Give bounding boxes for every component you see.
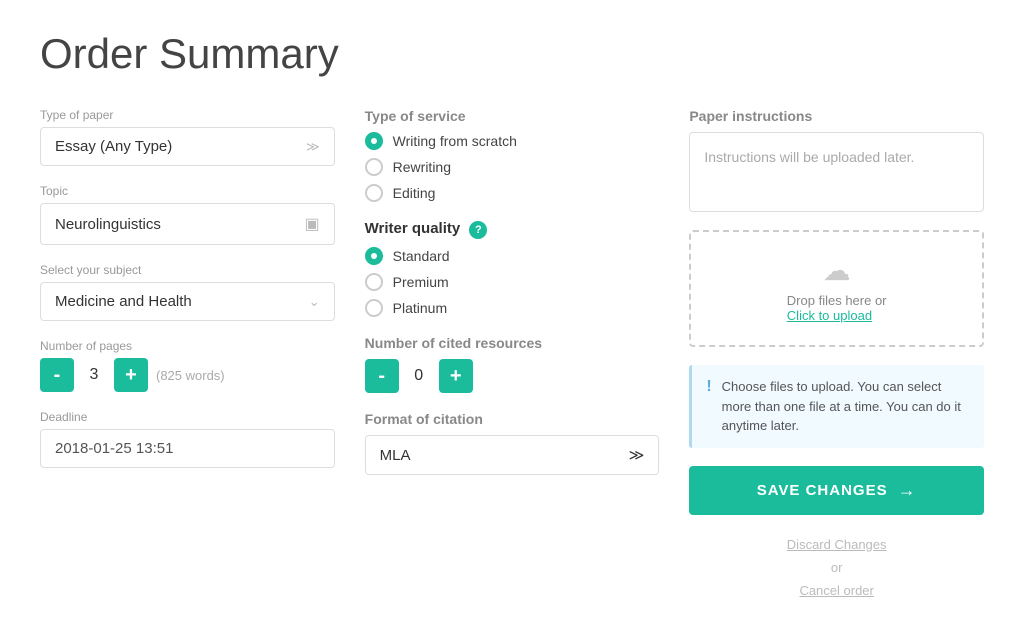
type-of-paper-value: Essay (Any Type) [55, 138, 172, 155]
discard-area: Discard Changes or Cancel order [689, 533, 984, 603]
upload-area[interactable]: ☁ Drop files here or Click to upload [689, 230, 984, 347]
service-option-1-label: Rewriting [393, 159, 451, 175]
page-title: Order Summary [40, 30, 984, 78]
quality-radio-0 [365, 247, 383, 265]
quality-option-0[interactable]: Standard [365, 247, 660, 265]
upload-cloud-icon: ☁ [823, 254, 851, 287]
type-of-paper-chevron-icon: ≫ [306, 139, 320, 155]
subject-label: Select your subject [40, 263, 335, 277]
pages-label: Number of pages [40, 339, 335, 353]
quality-option-1-label: Premium [393, 274, 449, 290]
topic-label: Topic [40, 184, 335, 198]
discard-changes-link[interactable]: Discard Changes [787, 537, 887, 552]
type-of-paper-select[interactable]: Essay (Any Type) ≫ [40, 127, 335, 166]
info-exclamation-icon: ! [706, 378, 711, 396]
service-group: Type of service Writing from scratch Rew… [365, 108, 660, 202]
pages-minus-button[interactable]: - [40, 358, 74, 392]
save-arrow-icon: → [898, 480, 917, 501]
service-option-1[interactable]: Rewriting [365, 158, 660, 176]
pages-value: 3 [84, 366, 104, 384]
topic-value: Neurolinguistics [55, 216, 161, 233]
info-text: Choose files to upload. You can select m… [722, 377, 970, 436]
subject-select[interactable]: Medicine and Health ⌄ [40, 282, 335, 321]
quality-label: Writer quality [365, 220, 461, 237]
instructions-box[interactable]: Instructions will be uploaded later. [689, 132, 984, 212]
topic-edit-icon: ▣ [305, 214, 320, 234]
service-option-0-label: Writing from scratch [393, 133, 517, 149]
cited-minus-button[interactable]: - [365, 359, 399, 393]
service-radio-1 [365, 158, 383, 176]
quality-radio-1 [365, 273, 383, 291]
upload-text-line1: Drop files here or Click to upload [787, 293, 887, 323]
cited-label: Number of cited resources [365, 335, 660, 351]
service-option-0[interactable]: Writing from scratch [365, 132, 660, 150]
type-of-paper-group: Type of paper Essay (Any Type) ≫ [40, 108, 335, 166]
topic-group: Topic Neurolinguistics ▣ [40, 184, 335, 245]
service-radio-2 [365, 184, 383, 202]
save-changes-label: SAVE CHANGES [757, 482, 888, 499]
pages-stepper-row: - 3 + (825 words) [40, 358, 335, 392]
quality-title: Writer quality ? [365, 220, 660, 239]
instructions-label: Paper instructions [689, 108, 984, 124]
deadline-field[interactable]: 2018-01-25 13:51 [40, 429, 335, 468]
pages-plus-button[interactable]: + [114, 358, 148, 392]
pages-words-label: (825 words) [156, 368, 225, 383]
quality-help-icon[interactable]: ? [469, 221, 487, 239]
deadline-group: Deadline 2018-01-25 13:51 [40, 410, 335, 468]
subject-group: Select your subject Medicine and Health … [40, 263, 335, 321]
subject-chevron-icon: ⌄ [309, 294, 320, 310]
deadline-label: Deadline [40, 410, 335, 424]
citation-value: MLA [380, 447, 411, 464]
pages-group: Number of pages - 3 + (825 words) [40, 339, 335, 392]
save-changes-button[interactable]: SAVE CHANGES → [689, 466, 984, 515]
topic-field[interactable]: Neurolinguistics ▣ [40, 203, 335, 245]
service-radio-group: Writing from scratch Rewriting Editing [365, 132, 660, 202]
quality-group: Writer quality ? Standard Premium Platin… [365, 220, 660, 317]
quality-option-1[interactable]: Premium [365, 273, 660, 291]
service-radio-0 [365, 132, 383, 150]
service-option-2-label: Editing [393, 185, 436, 201]
citation-label: Format of citation [365, 411, 660, 427]
col-left: Type of paper Essay (Any Type) ≫ Topic N… [40, 108, 335, 468]
upload-click-link[interactable]: Click to upload [787, 308, 872, 323]
quality-option-2-label: Platinum [393, 300, 447, 316]
cancel-order-link[interactable]: Cancel order [799, 583, 873, 598]
quality-radio-2 [365, 299, 383, 317]
or-label: or [831, 560, 843, 575]
cited-stepper: - 0 + [365, 359, 660, 393]
subject-value: Medicine and Health [55, 293, 192, 310]
cited-plus-button[interactable]: + [439, 359, 473, 393]
citation-group: Format of citation MLA ≫ [365, 411, 660, 475]
service-label: Type of service [365, 108, 660, 124]
citation-select[interactable]: MLA ≫ [365, 435, 660, 475]
instructions-group: Paper instructions Instructions will be … [689, 108, 984, 212]
type-of-paper-label: Type of paper [40, 108, 335, 122]
info-box: ! Choose files to upload. You can select… [689, 365, 984, 448]
quality-option-0-label: Standard [393, 248, 450, 264]
cited-group: Number of cited resources - 0 + [365, 335, 660, 393]
quality-radio-group: Standard Premium Platinum [365, 247, 660, 317]
pages-stepper: - 3 + [40, 358, 148, 392]
col-middle: Type of service Writing from scratch Rew… [365, 108, 660, 475]
col-right: Paper instructions Instructions will be … [689, 108, 984, 603]
citation-chevron-icon: ≫ [629, 446, 645, 464]
cited-value: 0 [409, 367, 429, 385]
service-option-2[interactable]: Editing [365, 184, 660, 202]
quality-option-2[interactable]: Platinum [365, 299, 660, 317]
